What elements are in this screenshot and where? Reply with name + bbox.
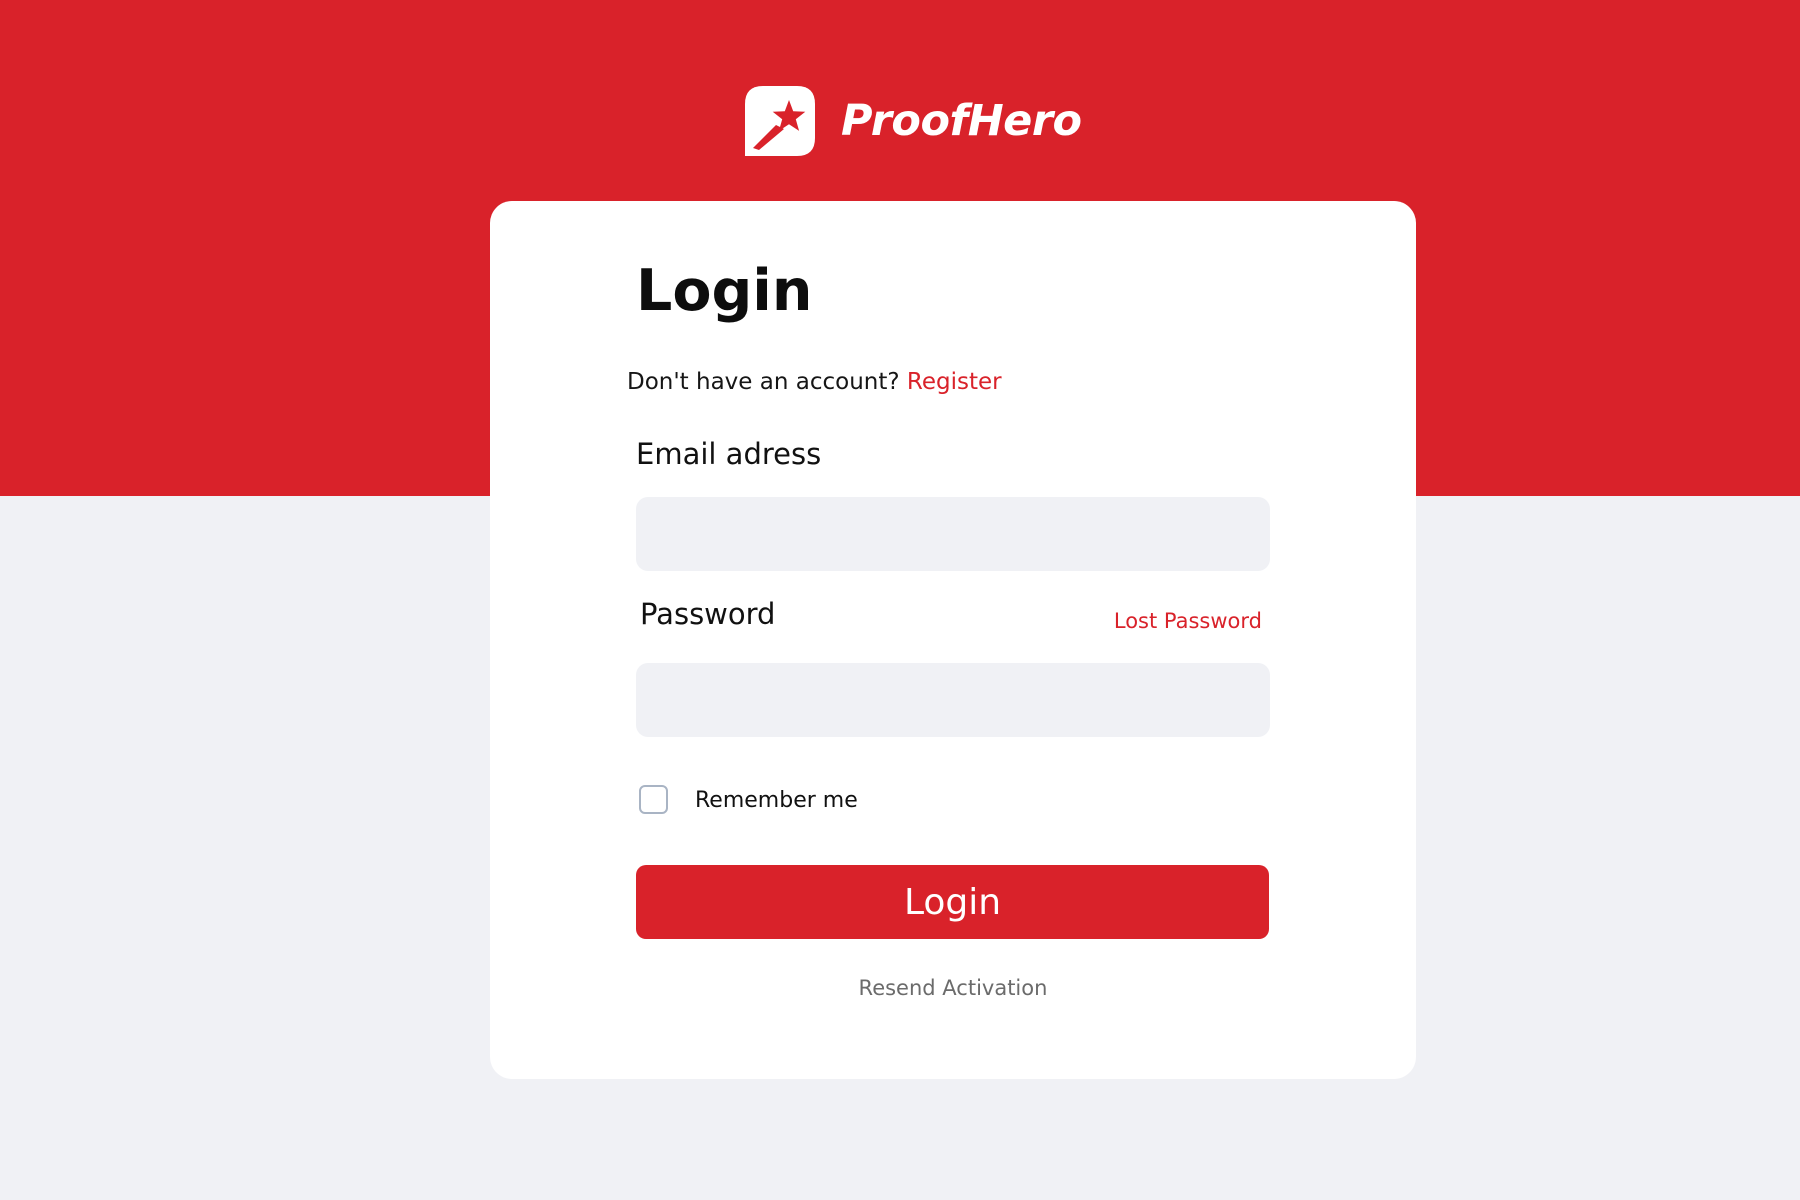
email-field[interactable]: [636, 497, 1270, 571]
brand-name: ProofHero: [841, 95, 1082, 146]
password-label: Password: [640, 597, 776, 631]
resend-activation-link[interactable]: Resend Activation: [636, 978, 1270, 999]
shooting-star-icon: [745, 86, 815, 156]
email-label: Email adress: [636, 437, 822, 471]
register-prompt: Don't have an account? Register: [627, 369, 1002, 397]
login-card: Login Don't have an account? Register Em…: [490, 201, 1416, 1079]
lost-password-link[interactable]: Lost Password: [1114, 611, 1262, 632]
password-field[interactable]: [636, 663, 1270, 737]
remember-me-label: Remember me: [695, 788, 858, 813]
brand-logo[interactable]: ProofHero: [745, 86, 1082, 156]
remember-me-checkbox[interactable]: [639, 785, 668, 814]
register-link[interactable]: Register: [907, 369, 1002, 395]
page-title: Login: [636, 258, 813, 324]
login-button[interactable]: Login: [636, 865, 1269, 939]
no-account-text: Don't have an account?: [627, 369, 900, 395]
